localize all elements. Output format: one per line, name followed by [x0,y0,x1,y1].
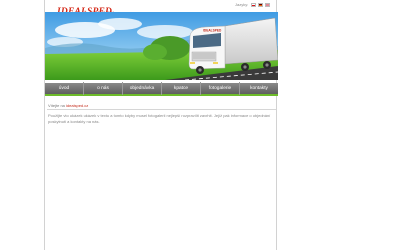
banner-image: IDEALSPED [45,12,278,80]
language-label: Jazyky: [235,2,249,7]
main-navigation: úvod o nás objednávka kpatce fotogalerie… [45,82,278,96]
nav-item-kontakty[interactable]: kontakty [240,82,278,95]
header-banner: IDEALSPED [45,12,278,80]
en-flag-icon[interactable] [265,2,271,7]
logo[interactable]: IDEALSPED Šonka & Wellička [57,1,137,17]
nav-item-fotogalerie[interactable]: fotogalerie [201,82,240,95]
de-flag-icon[interactable] [258,2,264,7]
breadcrumb: Vítejte na idealsped.cz [48,103,88,108]
nav-item-o-nas[interactable]: o nás [84,82,123,95]
truck-logo-text: IDEALSPED [203,29,222,33]
breadcrumb-link[interactable]: idealsped.cz [66,103,88,108]
breadcrumb-prefix: Vítejte na [48,103,65,108]
language-switcher: Jazyky: [235,2,271,7]
nav-item-uvod[interactable]: úvod [45,82,84,95]
nav-item-kpatce[interactable]: kpatce [162,82,201,95]
content-text: Použijte vto ukázek ukázek v textu a tom… [48,113,271,124]
cs-flag-icon[interactable] [251,2,257,7]
page-container: IDEALSPED Šonka & Wellička Jazyky: [44,0,278,250]
nav-item-objednavka[interactable]: objednávka [123,82,162,95]
divider [47,109,276,110]
